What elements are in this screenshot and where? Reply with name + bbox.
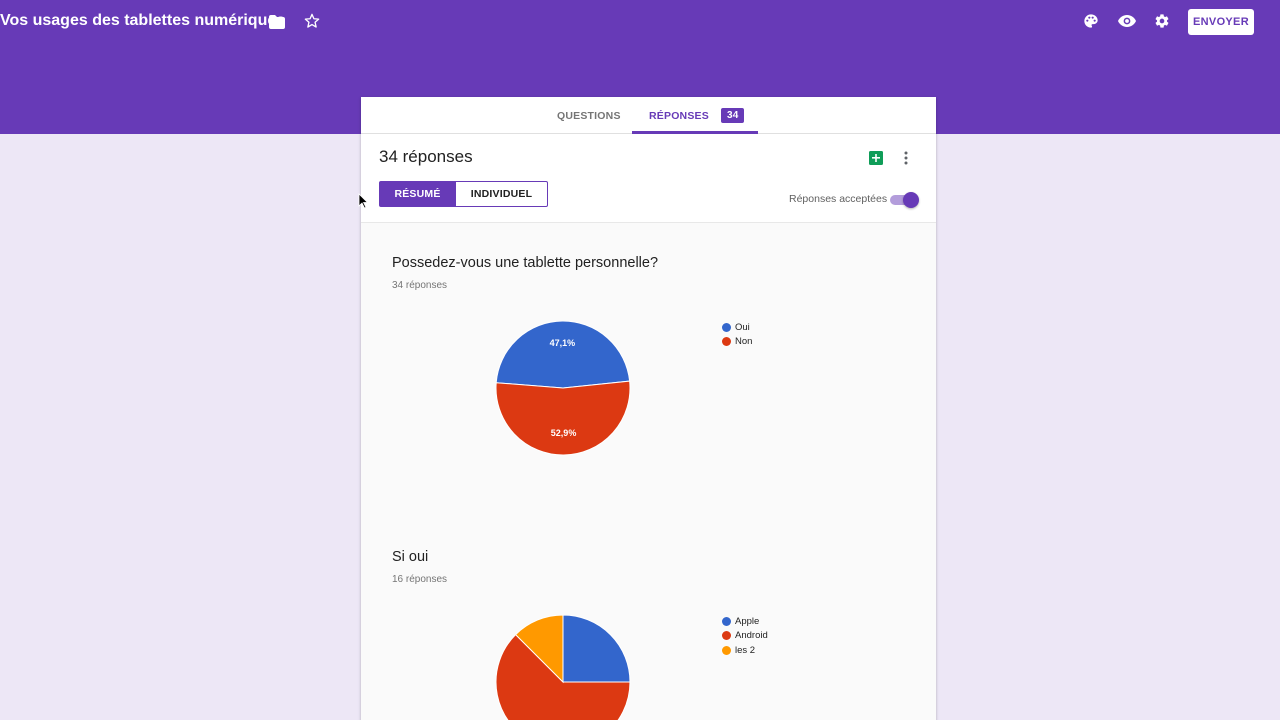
tab-responses[interactable]: RÉPONSES 34 xyxy=(649,97,745,134)
slice-data-label: 47,1% xyxy=(550,338,576,348)
legend-swatch xyxy=(722,631,731,641)
individual-view-button[interactable]: INDIVIDUEL xyxy=(456,181,548,207)
tab-responses-label: RÉPONSES xyxy=(649,109,709,122)
gear-icon[interactable] xyxy=(1153,12,1171,30)
legend-label: Apple xyxy=(735,615,760,627)
tab-questions-label: QUESTIONS xyxy=(557,109,621,122)
summary-header: 34 réponses RÉSUMÉ INDIVIDUEL Réponses a… xyxy=(361,134,936,223)
accepting-responses-label: Réponses acceptées xyxy=(789,193,888,205)
eye-icon[interactable] xyxy=(1117,12,1137,30)
legend-item: Android xyxy=(722,629,768,644)
legend-item: les 2 xyxy=(722,643,768,658)
sheets-icon[interactable] xyxy=(868,150,884,166)
question-responses-count: 16 réponses xyxy=(392,574,448,585)
mouse-cursor-icon xyxy=(358,193,368,209)
palette-icon[interactable] xyxy=(1082,12,1100,30)
pie-slice[interactable] xyxy=(496,380,631,456)
chart-legend: Apple Android les 2 xyxy=(722,614,768,658)
pie-slice[interactable] xyxy=(496,321,631,389)
tab-questions[interactable]: QUESTIONS xyxy=(557,97,621,134)
responses-total: 34 réponses xyxy=(379,147,473,166)
summary-view-button[interactable]: RÉSUMÉ xyxy=(379,181,456,207)
question-title: Possedez-vous une tablette personnelle? xyxy=(392,255,659,271)
legend-swatch xyxy=(722,645,731,655)
form-title[interactable]: Vos usages des tablettes numériques xyxy=(0,12,285,30)
star-icon[interactable] xyxy=(303,12,321,30)
responses-card: QUESTIONS RÉPONSES 34 34 réponses RÉSUMÉ… xyxy=(361,97,936,720)
question-title: Si oui xyxy=(392,549,429,565)
legend-label: Android xyxy=(735,630,768,642)
tab-bar: QUESTIONS RÉPONSES 34 xyxy=(361,97,936,134)
more-options-icon[interactable] xyxy=(904,149,908,167)
folder-icon[interactable] xyxy=(268,13,286,31)
legend-swatch xyxy=(722,337,731,347)
legend-item: Oui xyxy=(722,320,752,335)
legend-label: les 2 xyxy=(735,644,756,656)
pie-chart: 62,5% xyxy=(496,615,631,720)
toggle-knob[interactable] xyxy=(903,192,919,208)
legend-swatch xyxy=(722,322,731,332)
legend-item: Apple xyxy=(722,614,768,629)
pie-chart: 47,1% 52,9% xyxy=(496,321,631,456)
legend-swatch xyxy=(722,616,731,626)
pie-slice[interactable] xyxy=(562,615,631,683)
legend-label: Non xyxy=(735,336,753,348)
slice-data-label: 52,9% xyxy=(551,428,577,438)
send-button[interactable]: ENVOYER xyxy=(1188,9,1254,35)
question-responses-count: 34 réponses xyxy=(392,280,448,291)
legend-label: Oui xyxy=(735,321,750,333)
legend-item: Non xyxy=(722,335,752,350)
responses-count-badge: 34 xyxy=(720,108,745,123)
chart-legend: Oui Non xyxy=(722,320,752,349)
